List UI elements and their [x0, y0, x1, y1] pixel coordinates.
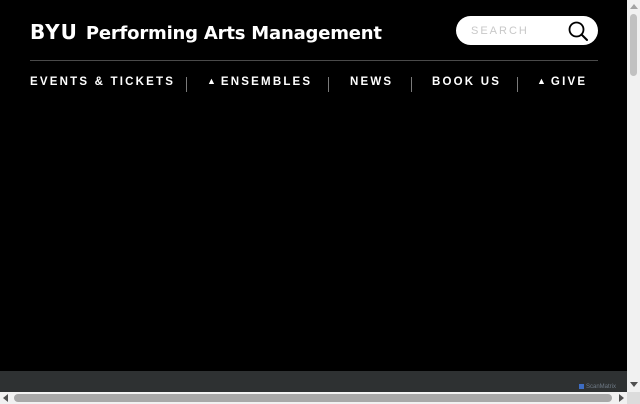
nav-divider — [328, 77, 329, 92]
search-icon[interactable] — [567, 20, 589, 42]
nav-item-give[interactable]: ▲ GIVE — [537, 76, 587, 88]
triangle-up-icon: ▲ — [207, 76, 216, 86]
footer-badge[interactable]: ScanMatrix — [579, 384, 616, 390]
nav-item-events-tickets[interactable]: EVENTS & TICKETS — [30, 76, 175, 88]
nav-item-label: GIVE — [550, 76, 588, 88]
triangle-up-icon: ▲ — [537, 76, 546, 86]
main-navigation: EVENTS & TICKETS ▲ ENSEMBLES NEWS BOOK US… — [30, 70, 598, 94]
nav-divider — [517, 77, 518, 92]
page-viewport: BYU Performing Arts Management EVENTS & … — [0, 0, 627, 392]
search-box — [456, 16, 598, 45]
scroll-down-arrow-icon[interactable] — [630, 382, 638, 387]
header-divider — [30, 60, 598, 61]
vertical-scrollbar[interactable] — [627, 0, 640, 392]
scroll-right-arrow-icon[interactable] — [619, 394, 624, 402]
vertical-scroll-thumb[interactable] — [630, 14, 637, 76]
nav-item-label: BOOK US — [432, 76, 502, 88]
brand-byu-wordmark: BYU — [30, 20, 78, 44]
nav-divider — [411, 77, 412, 92]
nav-item-label: EVENTS & TICKETS — [30, 76, 176, 88]
nav-item-book-us[interactable]: BOOK US — [432, 76, 501, 88]
scrollbar-corner — [627, 392, 640, 404]
horizontal-scrollbar[interactable] — [0, 392, 627, 404]
scroll-left-arrow-icon[interactable] — [3, 394, 8, 402]
nav-divider — [186, 77, 187, 92]
search-input[interactable] — [471, 22, 567, 39]
footer-bar: ScanMatrix — [0, 371, 627, 392]
site-logo[interactable]: BYU Performing Arts Management — [30, 20, 382, 44]
nav-item-ensembles[interactable]: ▲ ENSEMBLES — [207, 76, 312, 88]
horizontal-scroll-thumb[interactable] — [14, 394, 612, 402]
scroll-up-arrow-icon[interactable] — [630, 4, 638, 9]
nav-item-news[interactable]: NEWS — [350, 76, 393, 88]
nav-item-label: NEWS — [350, 76, 394, 88]
brand-site-name: Performing Arts Management — [85, 23, 382, 44]
nav-item-label: ENSEMBLES — [220, 76, 313, 88]
